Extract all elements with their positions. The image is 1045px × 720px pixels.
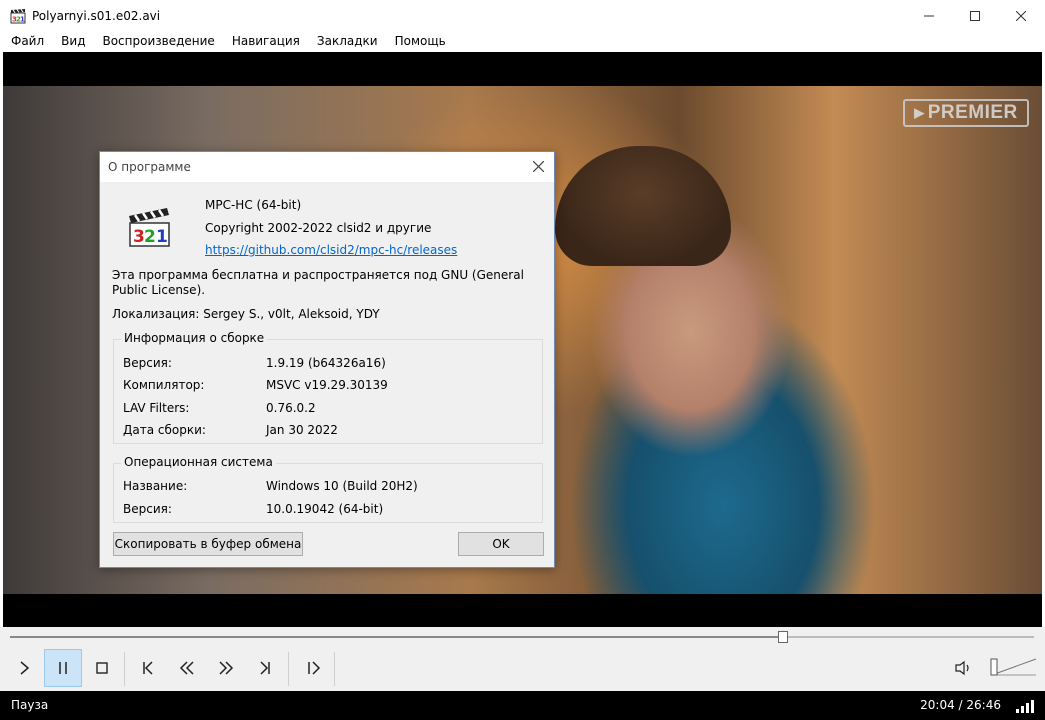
seek-thumb[interactable] xyxy=(778,631,789,643)
svg-text:1: 1 xyxy=(156,227,168,247)
window-title: Polyarnyi.s01.e02.avi xyxy=(32,9,161,23)
play-icon xyxy=(20,661,30,675)
fast-forward-icon xyxy=(219,661,234,675)
volume-thumb[interactable] xyxy=(990,658,998,676)
build-info-label: Информация о сборке xyxy=(121,331,268,345)
about-dialog: О программе 3 2 1 MPC-HC (64-bit) Copyri… xyxy=(99,151,555,568)
pause-button[interactable] xyxy=(44,649,82,687)
build-value: MSVC v19.29.30139 xyxy=(266,378,388,392)
menu-navigate[interactable]: Навигация xyxy=(222,32,307,52)
os-value: 10.0.19042 (64-bit) xyxy=(266,502,384,516)
releases-link[interactable]: https://github.com/clsid2/mpc-hc/release… xyxy=(205,243,457,257)
speaker-icon xyxy=(955,660,969,676)
time-display: 20:04 / 26:46 xyxy=(920,698,1001,712)
build-value: 1.9.19 (b64326a16) xyxy=(266,356,386,370)
menu-favorites[interactable]: Закладки xyxy=(307,32,385,52)
build-value: 0.76.0.2 xyxy=(266,401,316,415)
separator xyxy=(124,652,125,686)
title-bar: 3 2 1 Polyarnyi.s01.e02.avi xyxy=(0,0,1045,32)
maximize-icon xyxy=(970,11,980,21)
status-bar: Пауза 20:04 / 26:46 xyxy=(0,691,1045,720)
signal-icon xyxy=(1016,700,1034,713)
playback-controls xyxy=(0,649,1045,691)
build-info-group: Информация о сборке Версия: 1.9.19 (b643… xyxy=(113,331,543,444)
stop-icon xyxy=(96,662,108,674)
maximize-button[interactable] xyxy=(952,0,998,32)
copyright: Copyright 2002-2022 clsid2 и другие xyxy=(205,221,432,235)
os-key: Название: xyxy=(123,479,188,493)
pause-icon xyxy=(59,662,67,674)
os-info-group: Операционная система Название: Windows 1… xyxy=(113,455,543,523)
skip-forward-icon xyxy=(260,661,270,675)
next-button[interactable] xyxy=(246,649,284,687)
playback-status: Пауза xyxy=(11,698,49,712)
build-key: Версия: xyxy=(123,356,172,370)
stop-button[interactable] xyxy=(83,649,121,687)
fast-forward-button[interactable] xyxy=(207,649,245,687)
minimize-icon xyxy=(924,15,934,17)
close-button[interactable] xyxy=(998,0,1044,32)
menu-file[interactable]: Файл xyxy=(0,32,51,52)
mpc-hc-logo-icon: 3 2 1 xyxy=(129,208,170,247)
app-name: MPC-HC (64-bit) xyxy=(205,198,302,212)
menu-help[interactable]: Помощь xyxy=(385,32,453,52)
frame-step-button[interactable] xyxy=(295,649,333,687)
localization-text: Локализация: Sergey S., v0lt, Aleksoid, … xyxy=(112,307,380,321)
skip-back-icon xyxy=(143,661,153,675)
build-key: LAV Filters: xyxy=(123,401,190,415)
os-key: Версия: xyxy=(123,502,172,516)
separator xyxy=(288,652,289,686)
rewind-button[interactable] xyxy=(168,649,206,687)
menu-view[interactable]: Вид xyxy=(51,32,92,52)
build-key: Дата сборки: xyxy=(123,423,206,437)
dialog-close-button[interactable] xyxy=(528,157,548,177)
license-text: Эта программа бесплатна и распространяет… xyxy=(112,268,524,297)
build-key: Компилятор: xyxy=(123,378,205,392)
close-icon xyxy=(1016,11,1026,21)
mute-button[interactable] xyxy=(944,649,982,687)
watermark-play-icon: ▶ xyxy=(914,105,925,120)
previous-button[interactable] xyxy=(129,649,167,687)
svg-text:1: 1 xyxy=(20,16,25,24)
os-info-label: Операционная система xyxy=(121,455,276,469)
svg-text:2: 2 xyxy=(144,227,156,247)
os-value: Windows 10 (Build 20H2) xyxy=(266,479,418,493)
premier-watermark: ▶ PREMIER xyxy=(903,99,1029,127)
dialog-title: О программе xyxy=(108,160,191,174)
ok-button[interactable]: OK xyxy=(458,532,544,556)
copy-to-clipboard-button[interactable]: Скопировать в буфер обмена xyxy=(113,532,303,556)
seek-bar[interactable] xyxy=(0,627,1045,649)
build-value: Jan 30 2022 xyxy=(266,423,338,437)
volume-slider[interactable] xyxy=(988,655,1038,677)
minimize-button[interactable] xyxy=(906,0,952,32)
dialog-title-bar: О программе xyxy=(100,152,554,182)
frame-step-icon xyxy=(308,661,321,675)
close-icon xyxy=(532,160,544,173)
separator xyxy=(334,652,335,686)
play-button[interactable] xyxy=(5,649,43,687)
menu-play[interactable]: Воспроизведение xyxy=(92,32,221,52)
mpc-hc-app-icon: 3 2 1 xyxy=(10,8,26,24)
watermark-text: PREMIER xyxy=(927,102,1018,123)
menu-bar: Файл Вид Воспроизведение Навигация Закла… xyxy=(0,32,1045,52)
video-content xyxy=(555,146,731,266)
seek-progress xyxy=(10,636,784,638)
rewind-icon xyxy=(179,661,194,675)
